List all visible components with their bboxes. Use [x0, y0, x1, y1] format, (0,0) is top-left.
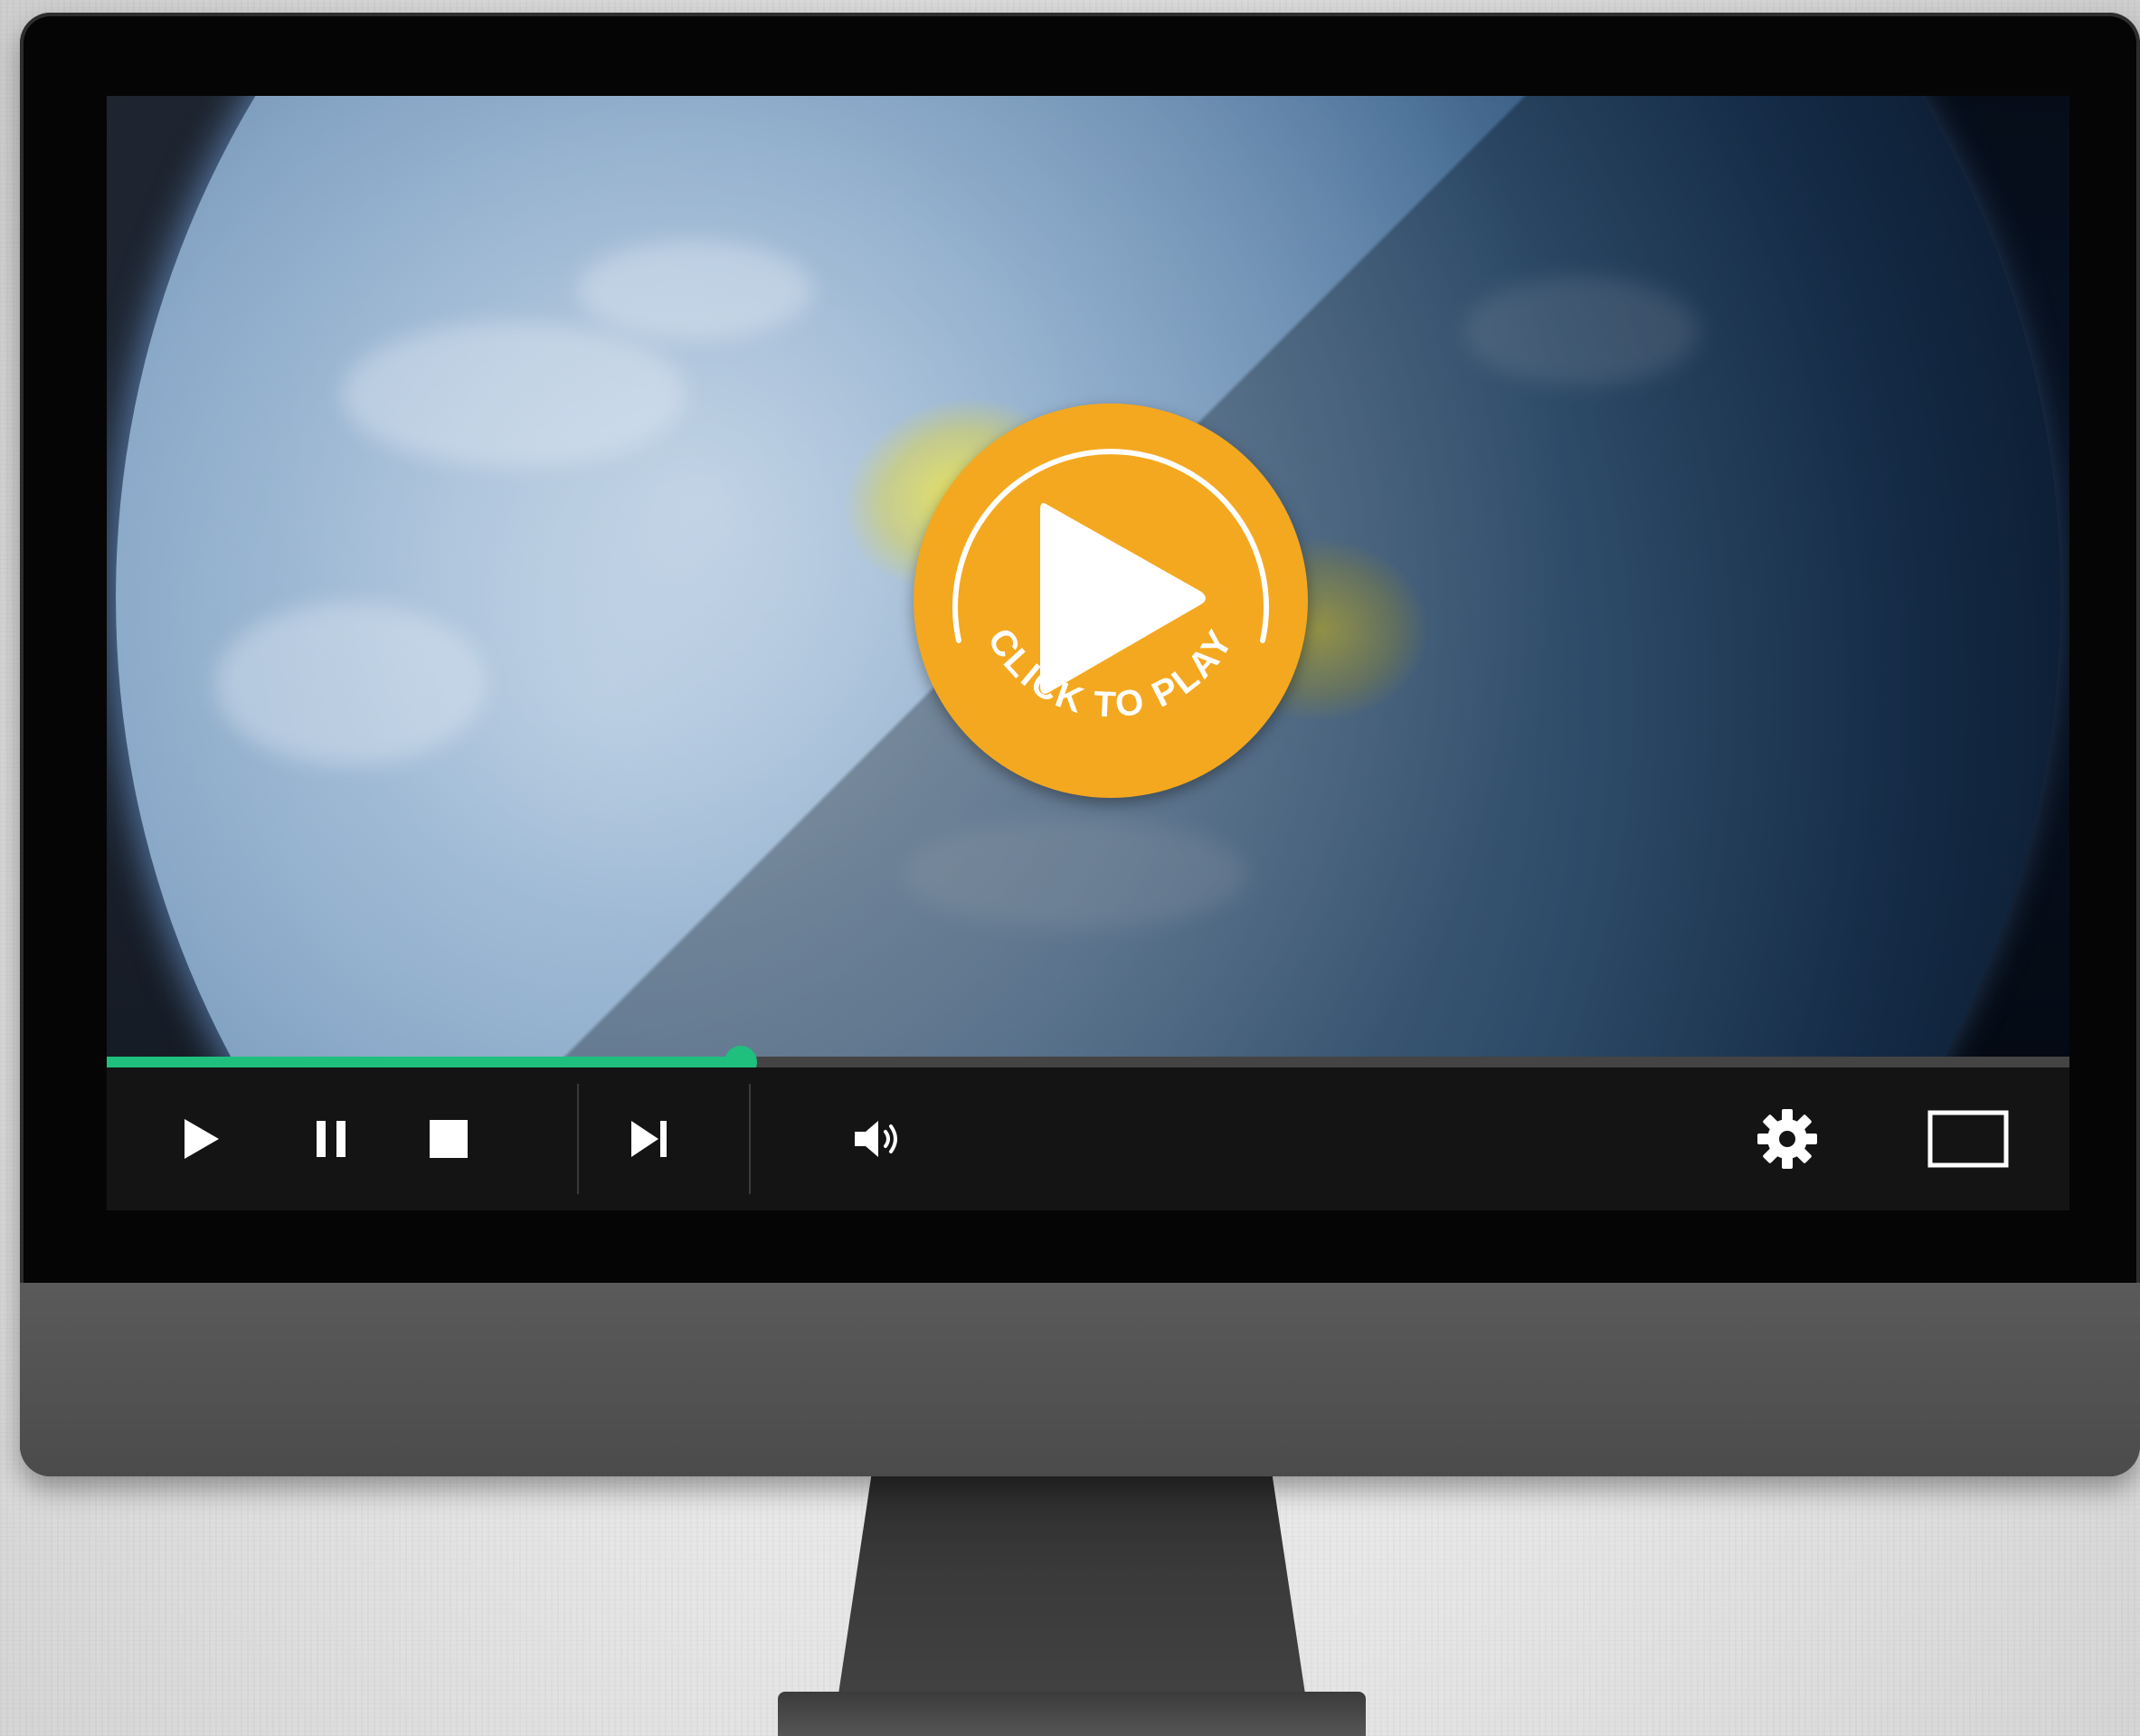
play-icon — [185, 1119, 219, 1159]
stop-button[interactable] — [412, 1103, 485, 1175]
gear-icon — [1757, 1109, 1817, 1169]
control-bar — [107, 1067, 2069, 1210]
monitor-stand-base — [778, 1692, 1366, 1736]
volume-icon — [855, 1121, 897, 1157]
fullscreen-button[interactable] — [1923, 1103, 2013, 1175]
monitor-chin — [20, 1283, 2140, 1476]
play-button[interactable] — [165, 1103, 237, 1175]
skip-next-icon — [631, 1121, 667, 1157]
stop-icon — [430, 1120, 468, 1158]
pause-icon — [317, 1121, 346, 1157]
click-to-play-button[interactable]: CLICK TO PLAY — [914, 403, 1308, 798]
progress-fill — [107, 1057, 741, 1067]
control-divider — [749, 1084, 751, 1194]
skip-next-button[interactable] — [613, 1103, 686, 1175]
video-player: CLICK TO PLAY — [107, 96, 2069, 1210]
control-divider — [577, 1084, 579, 1194]
fullscreen-icon — [1927, 1110, 2009, 1168]
progress-bar[interactable] — [107, 1046, 2069, 1078]
play-badge-icon: CLICK TO PLAY — [952, 449, 1269, 726]
pause-button[interactable] — [295, 1103, 367, 1175]
settings-button[interactable] — [1751, 1103, 1823, 1175]
monitor: CLICK TO PLAY — [20, 13, 2140, 1476]
volume-button[interactable] — [843, 1103, 915, 1175]
